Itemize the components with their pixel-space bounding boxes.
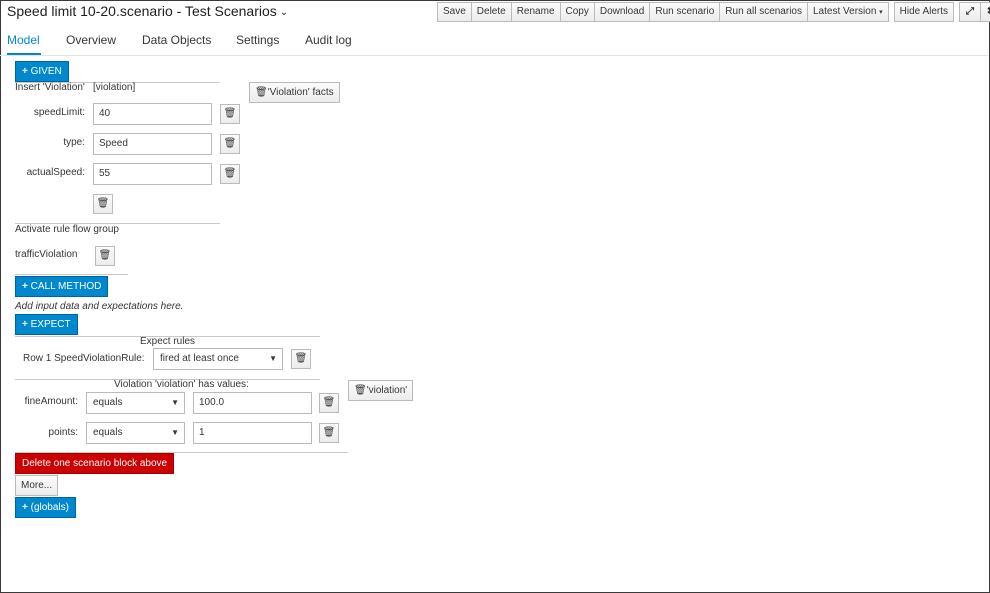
toolbar: Save Delete Rename Copy Download Run sce…	[437, 2, 990, 22]
page-title[interactable]: Speed limit 10-20.scenario - Test Scenar…	[7, 3, 288, 19]
trash-icon: 🗑	[96, 198, 110, 209]
tab-model[interactable]: Model	[7, 33, 40, 47]
title-text: Speed limit 10-20.scenario - Test Scenar…	[7, 3, 277, 19]
rule-expectation-select[interactable]: fired at least once ▼	[153, 348, 283, 370]
trash-icon: 🗑	[294, 353, 308, 364]
more-button[interactable]: More...	[15, 475, 59, 496]
flow-group-name: trafficViolation	[15, 249, 78, 260]
type-input[interactable]: Speed	[93, 133, 212, 155]
given-label: GIVEN	[30, 66, 62, 77]
actualspeed-input[interactable]: 55	[93, 163, 212, 185]
insert-fact-variable: [violation]	[93, 82, 136, 93]
trash-icon: 🗑	[223, 108, 237, 119]
save-button[interactable]: Save	[437, 2, 472, 22]
trash-icon: 🗑	[255, 87, 268, 98]
latest-version-dropdown[interactable]: Latest Version ▾	[807, 2, 889, 22]
divider	[15, 274, 128, 275]
run-all-scenarios-button[interactable]: Run all scenarios	[719, 2, 808, 22]
tab-settings[interactable]: Settings	[236, 33, 279, 47]
violation-facts-label: 'Violation' facts	[267, 87, 334, 98]
fineamount-operator-select[interactable]: equals ▼	[86, 392, 185, 414]
expand-icon[interactable]: ⤢	[959, 2, 982, 22]
delete-flow-group-button[interactable]: 🗑	[95, 246, 115, 266]
expect-label: EXPECT	[30, 319, 71, 330]
activate-rule-flow-label: Activate rule flow group	[15, 224, 119, 235]
tab-overview[interactable]: Overview	[66, 33, 116, 47]
caret-down-icon: ▾	[879, 9, 883, 16]
delete-type-button[interactable]: 🗑	[220, 134, 240, 154]
close-icon[interactable]: ✖	[980, 2, 990, 22]
delete-fact-button[interactable]: 🗑	[93, 194, 113, 214]
expect-rules-heading: Expect rules	[140, 336, 196, 347]
latest-version-label: Latest Version	[813, 6, 877, 17]
caret-down-icon: ▼	[171, 428, 179, 437]
rule-label: Row 1 SpeedViolationRule:	[23, 353, 145, 364]
delete-scenario-block-button[interactable]: Delete one scenario block above	[15, 453, 175, 474]
violation-button-label: 'violation'	[366, 385, 408, 396]
field-label-speedlimit: speedLimit:	[33, 107, 85, 118]
rule-expectation-value: fired at least once	[160, 353, 239, 364]
call-method-label: CALL METHOD	[30, 281, 102, 292]
expect-button[interactable]: + EXPECT	[15, 314, 78, 335]
violation-facts-button[interactable]: 🗑'Violation' facts	[249, 82, 340, 103]
insert-fact-label: Insert 'Violation'	[15, 82, 85, 93]
delete-points-button[interactable]: 🗑	[319, 423, 339, 443]
tab-data-objects[interactable]: Data Objects	[142, 33, 211, 47]
points-input[interactable]: 1	[193, 422, 312, 444]
download-button[interactable]: Download	[593, 2, 651, 22]
trash-icon: 🗑	[354, 385, 367, 396]
trash-icon: 🗑	[223, 168, 237, 179]
copy-button[interactable]: Copy	[559, 2, 595, 22]
trash-icon: 🗑	[223, 138, 237, 149]
plus-icon: +	[22, 66, 28, 77]
plus-icon: +	[22, 319, 28, 330]
hint-text: Add input data and expectations here.	[15, 301, 184, 312]
fineamount-input[interactable]: 100.0	[193, 392, 312, 414]
caret-down-icon: ▼	[269, 354, 277, 363]
globals-button[interactable]: + (globals)	[15, 497, 76, 518]
points-operator-select[interactable]: equals ▼	[86, 422, 185, 444]
field-label-actualspeed: actualSpeed:	[26, 167, 85, 178]
tab-bar: Model Overview Data Objects Settings Aud…	[0, 26, 988, 56]
speedlimit-input[interactable]: 40	[93, 103, 212, 125]
field-label-fineamount: fineAmount:	[24, 396, 78, 407]
rename-button[interactable]: Rename	[510, 2, 561, 22]
delete-violation-button[interactable]: 🗑'violation'	[348, 380, 414, 401]
points-operator-value: equals	[93, 427, 123, 438]
delete-rule-button[interactable]: 🗑	[291, 349, 311, 369]
delete-speedlimit-button[interactable]: 🗑	[220, 104, 240, 124]
delete-button[interactable]: Delete	[470, 2, 512, 22]
field-label-type: type:	[63, 137, 85, 148]
tab-audit-log[interactable]: Audit log	[305, 33, 352, 47]
fineamount-operator-value: equals	[93, 397, 123, 408]
trash-icon: 🗑	[98, 250, 112, 261]
field-label-points: points:	[48, 427, 78, 438]
globals-label: (globals)	[30, 502, 69, 513]
given-button[interactable]: + GIVEN	[15, 61, 69, 82]
plus-icon: +	[22, 281, 28, 292]
hide-alerts-button[interactable]: Hide Alerts	[893, 2, 955, 22]
plus-icon: +	[22, 502, 28, 513]
active-tab-indicator	[7, 53, 41, 55]
delete-fineamount-button[interactable]: 🗑	[319, 393, 339, 413]
chevron-down-icon[interactable]: ⌄	[280, 7, 288, 18]
trash-icon: 🗑	[322, 427, 336, 438]
delete-actualspeed-button[interactable]: 🗑	[220, 164, 240, 184]
trash-icon: 🗑	[322, 397, 336, 408]
values-heading: Violation 'violation' has values:	[114, 379, 249, 390]
caret-down-icon: ▼	[171, 398, 179, 407]
run-scenario-button[interactable]: Run scenario	[649, 2, 721, 22]
call-method-button[interactable]: + CALL METHOD	[15, 276, 109, 297]
